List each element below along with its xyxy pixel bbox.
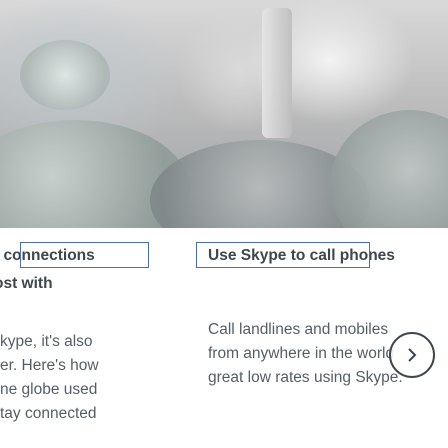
right-article-paragraph: Call landlines and mobiles from anywhere… xyxy=(208,318,403,390)
paragraph-line: great low rates using Skype. xyxy=(208,369,403,386)
paragraph-line: from anywhere in the world xyxy=(208,345,395,362)
left-article-paragraph: kype, it's also er. Here's how ne globe … xyxy=(0,330,150,426)
focus-outline xyxy=(20,242,149,268)
hero-shape xyxy=(262,8,292,138)
page: : connections ost with kype, it's also e… xyxy=(0,0,448,448)
paragraph-line: tay connected xyxy=(0,405,97,422)
left-article: : connections ost with kype, it's also e… xyxy=(0,242,150,426)
hero-shape xyxy=(20,40,110,110)
paragraph-line: Call landlines and mobiles xyxy=(208,321,389,338)
paragraph-line: ne globe used xyxy=(0,381,98,398)
hero-shape xyxy=(330,110,448,228)
left-article-heading-line2: ost with xyxy=(0,275,53,292)
carousel-next-button[interactable] xyxy=(389,332,435,378)
paragraph-line: kype, it's also xyxy=(0,333,93,350)
hero-image xyxy=(0,0,448,228)
paragraph-line: er. Here's how xyxy=(0,357,99,374)
chevron-right-icon xyxy=(408,348,417,362)
focus-outline xyxy=(196,242,370,268)
